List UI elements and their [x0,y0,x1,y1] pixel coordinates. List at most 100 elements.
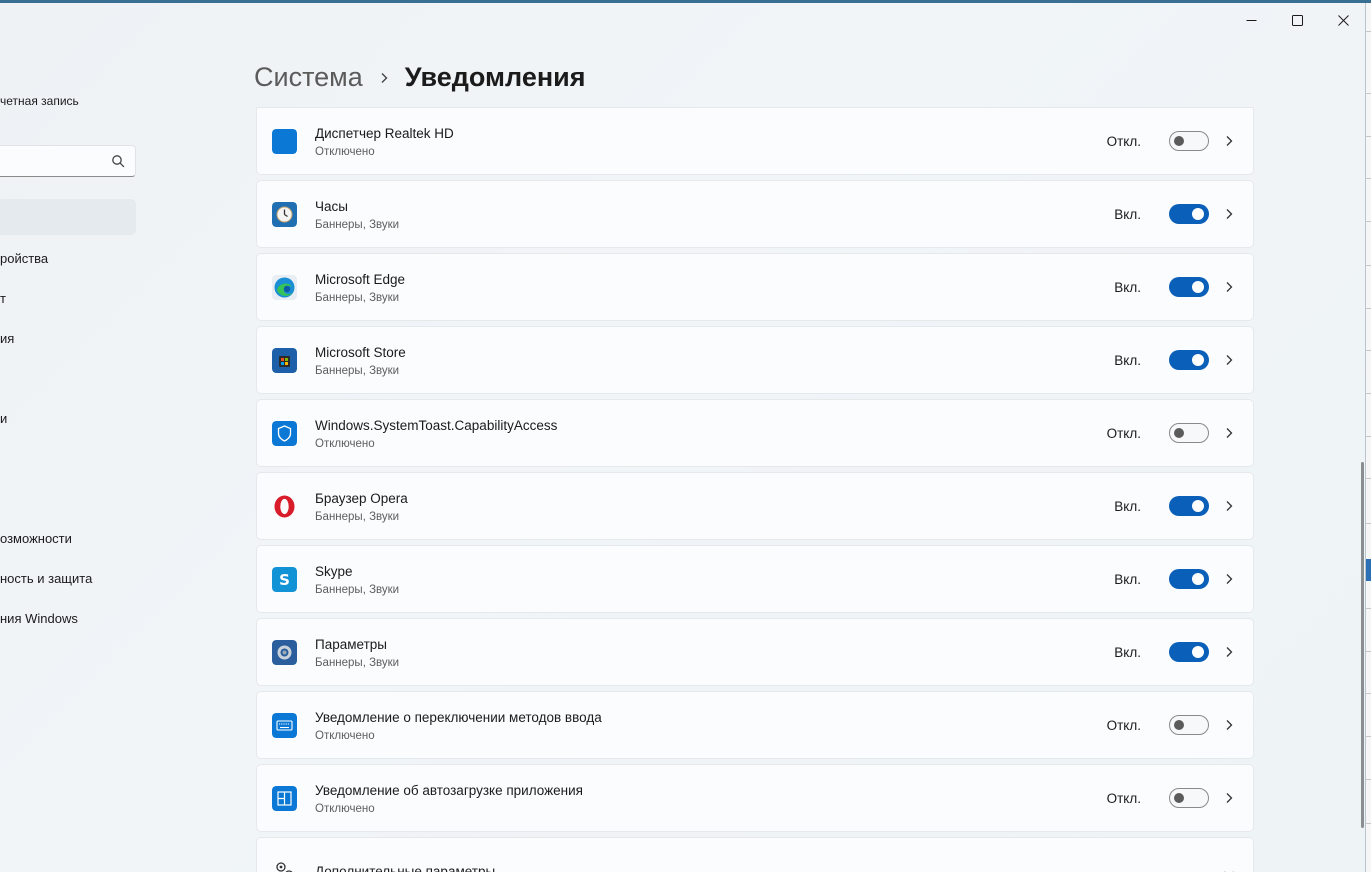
chevron-right-icon[interactable] [1223,500,1235,512]
chevron-right-icon [381,72,388,83]
app-subtitle: Баннеры, Звуки [315,292,400,304]
search-input[interactable] [0,145,136,177]
svg-text:S: S [279,571,290,589]
app-row-input-switch[interactable]: Уведомление о переключении методов ввода… [256,691,1254,759]
app-subtitle: Баннеры, Звуки [315,511,400,523]
shield-icon [272,421,297,446]
app-name: Часы [315,199,348,214]
sidebar-item-accounts[interactable]: и [0,411,7,426]
app-name: Уведомление о переключении методов ввода [315,710,602,725]
opera-icon [274,495,295,518]
additional-settings-row[interactable]: Дополнительные параметры [256,837,1254,872]
chevron-right-icon[interactable] [1223,281,1235,293]
sidebar: четная запись ройства т ия и озможности … [0,0,140,872]
chevron-right-icon[interactable] [1223,354,1235,366]
chevron-right-icon[interactable] [1223,427,1235,439]
sidebar-item-devices[interactable]: ройства [0,251,48,266]
notification-toggle[interactable] [1169,642,1209,662]
app-subtitle: Баннеры, Звуки [315,657,400,669]
toggle-state-label: Откл. [1106,718,1141,733]
app-subtitle: Баннеры, Звуки [315,219,400,231]
notification-toggle[interactable] [1169,788,1209,808]
scrollbar[interactable] [1361,462,1364,828]
notification-toggle[interactable] [1169,569,1209,589]
chevron-right-icon[interactable] [1223,135,1235,147]
chevron-right-icon[interactable] [1223,719,1235,731]
store-icon [272,348,297,373]
chevron-right-icon[interactable] [1223,573,1235,585]
app-name: Windows.SystemToast.CapabilityAccess [315,418,558,433]
app-name: Microsoft Store [315,345,406,360]
app-name: Параметры [315,637,387,652]
maximize-button[interactable] [1274,5,1320,35]
window-controls [1228,5,1366,35]
toggle-state-label: Откл. [1106,134,1141,149]
additional-settings-label: Дополнительные параметры [315,864,496,872]
clock-icon [272,202,297,227]
minimize-icon [1246,19,1256,21]
toggle-state-label: Вкл. [1114,499,1141,514]
breadcrumb-parent[interactable]: Система [254,62,363,93]
sidebar-item-personalization[interactable]: ия [0,331,14,346]
chevron-right-icon[interactable] [1223,646,1235,658]
realtek-icon [272,129,297,154]
app-row-skype[interactable]: S Skype Баннеры, Звуки Вкл. [256,545,1254,613]
app-row-startup[interactable]: Уведомление об автозагрузке приложения О… [256,764,1254,832]
notification-toggle[interactable] [1169,715,1209,735]
app-row-capability-access[interactable]: Windows.SystemToast.CapabilityAccess Отк… [256,399,1254,467]
skype-icon: S [272,567,297,592]
maximize-icon [1291,14,1303,26]
app-subtitle: Отключено [315,803,375,815]
app-subtitle: Отключено [315,438,375,450]
notification-toggle[interactable] [1169,496,1209,516]
breadcrumb: Система Уведомления [254,62,586,93]
app-subtitle: Отключено [315,146,375,158]
account-label[interactable]: четная запись [0,94,79,108]
search-icon [112,155,125,168]
toggle-state-label: Вкл. [1114,280,1141,295]
startup-apps-icon [272,786,297,811]
app-row-settings[interactable]: Параметры Баннеры, Звуки Вкл. [256,618,1254,686]
sidebar-item-privacy[interactable]: ность и защита [0,571,92,586]
app-name: Microsoft Edge [315,272,406,287]
app-name: Браузер Opera [315,491,408,506]
toggle-state-label: Откл. [1106,426,1141,441]
app-name: Skype [315,564,353,579]
app-subtitle: Баннеры, Звуки [315,365,400,377]
app-row-opera[interactable]: Браузер Opera Баннеры, Звуки Вкл. [256,472,1254,540]
background-window-edge [1366,3,1371,872]
keyboard-icon [272,713,297,738]
notification-toggle[interactable] [1169,204,1209,224]
app-subtitle: Баннеры, Звуки [315,584,400,596]
app-subtitle: Отключено [315,730,375,742]
app-name: Уведомление об автозагрузке приложения [315,783,583,798]
sidebar-item-windows-update[interactable]: ния Windows [0,611,78,626]
chevron-right-icon[interactable] [1223,208,1235,220]
toggle-state-label: Откл. [1106,791,1141,806]
app-row-store[interactable]: Microsoft Store Баннеры, Звуки Вкл. [256,326,1254,394]
close-button[interactable] [1320,5,1366,35]
sidebar-item-network[interactable]: т [0,291,6,306]
chevron-right-icon[interactable] [1223,792,1235,804]
close-icon [1337,14,1349,26]
edge-icon [272,275,297,300]
gears-icon [276,862,293,872]
toggle-state-label: Вкл. [1114,645,1141,660]
settings-gear-icon [272,640,297,665]
minimize-button[interactable] [1228,5,1274,35]
app-row-clock[interactable]: Часы Баннеры, Звуки Вкл. [256,180,1254,248]
notification-toggle[interactable] [1169,131,1209,151]
notification-toggle[interactable] [1169,423,1209,443]
app-name: Диспетчер Realtek HD [315,126,454,141]
toggle-state-label: Вкл. [1114,353,1141,368]
sidebar-item-accessibility[interactable]: озможности [0,531,72,546]
notification-toggle[interactable] [1169,277,1209,297]
toggle-state-label: Вкл. [1114,572,1141,587]
toggle-state-label: Вкл. [1114,207,1141,222]
chevron-down-icon[interactable] [1223,868,1235,872]
page-title: Уведомления [404,62,586,92]
notification-toggle[interactable] [1169,350,1209,370]
app-row-edge[interactable]: Microsoft Edge Баннеры, Звуки Вкл. [256,253,1254,321]
sidebar-item-system[interactable] [0,199,136,235]
app-row-realtek[interactable]: Диспетчер Realtek HD Отключено Откл. [256,107,1254,175]
